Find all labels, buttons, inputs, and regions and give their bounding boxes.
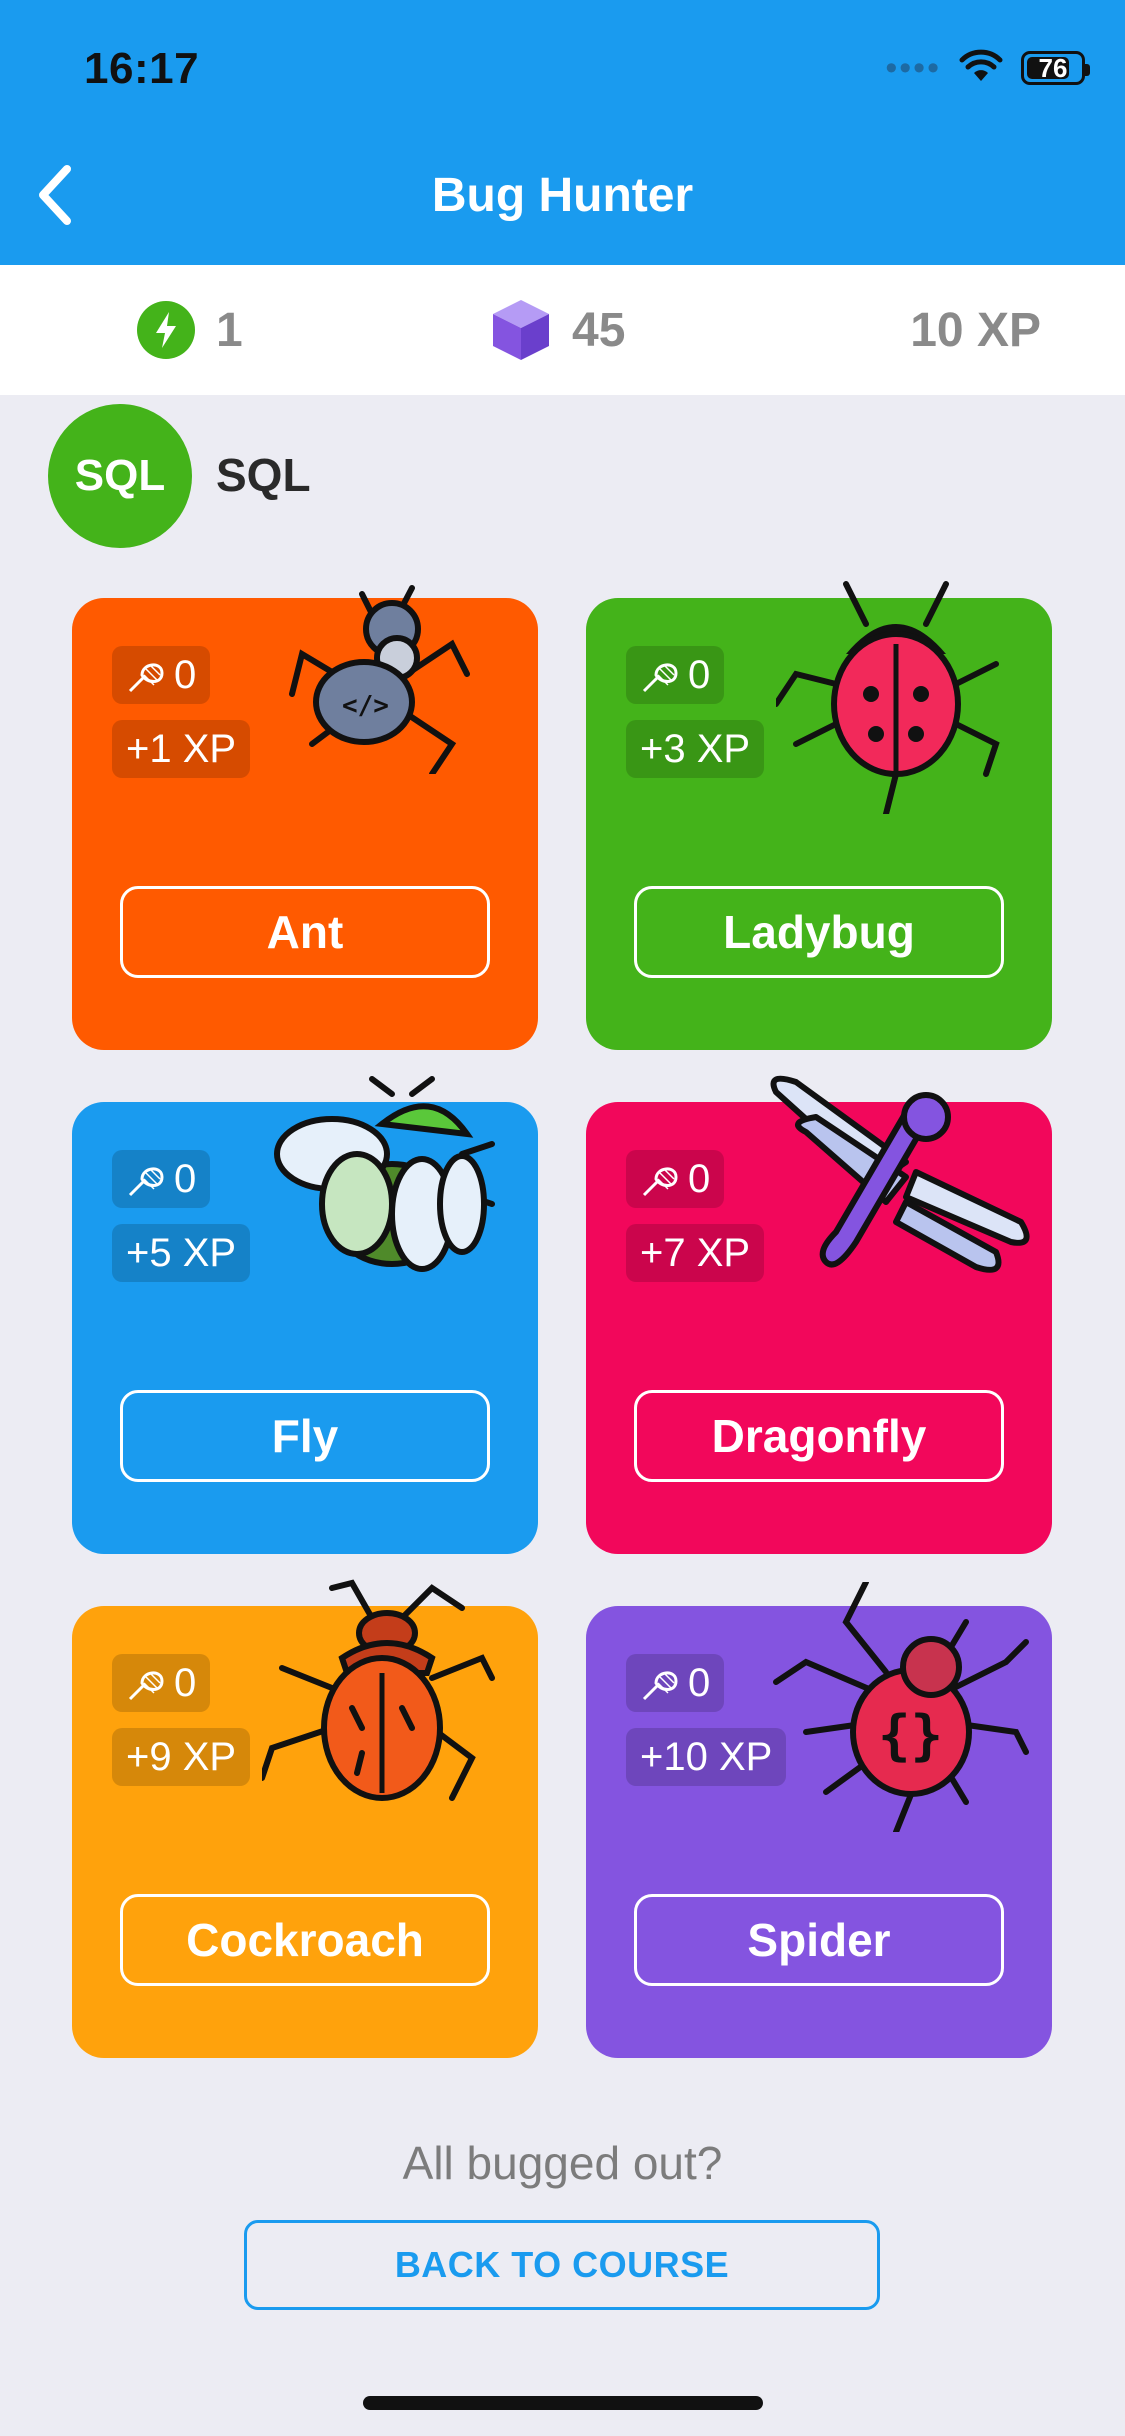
xp-reward-badge: +9 XP xyxy=(112,1728,251,1786)
course-name: SQL xyxy=(216,449,311,501)
ant-button[interactable]: Ant xyxy=(120,886,490,978)
cockroach-icon xyxy=(262,1579,495,1801)
spider-icon: {} xyxy=(773,1582,1029,1832)
dragonfly-button[interactable]: Dragonfly xyxy=(634,1390,1004,1482)
ladybug-button[interactable]: Ladybug xyxy=(634,886,1004,978)
bug-net-icon xyxy=(642,1167,678,1197)
spider-button[interactable]: Spider xyxy=(634,1894,1004,1986)
back-to-course-button[interactable]: BACK TO COURSE xyxy=(244,2220,880,2310)
status-icons: •••• 76 xyxy=(885,48,1090,88)
xp-reward-badge: +1 XP xyxy=(112,720,251,778)
bug-card-spider[interactable]: 0 +10 XP {} Spider xyxy=(586,1582,1052,2058)
bug-net-icon xyxy=(642,663,678,693)
gems-count: 45 xyxy=(572,303,626,357)
caught-count-badge: 0 xyxy=(112,1150,211,1208)
caught-count-badge: 0 xyxy=(112,646,211,704)
caught-count: 0 xyxy=(688,1660,711,1705)
bug-net-icon xyxy=(642,1671,678,1701)
cellular-signal-icon: •••• xyxy=(885,49,941,87)
svg-text:</>: </> xyxy=(342,691,389,721)
bug-net-icon xyxy=(128,1167,164,1197)
caught-count-badge: 0 xyxy=(626,1150,725,1208)
bug-card-ant[interactable]: 0 +1 XP </> Ant xyxy=(72,585,538,1050)
battery-icon: 76 xyxy=(1021,51,1090,85)
energy-count: 1 xyxy=(216,303,243,357)
gems-stat: 45 xyxy=(490,265,625,395)
home-indicator[interactable] xyxy=(363,2396,763,2410)
xp-reward-badge: +3 XP xyxy=(626,720,765,778)
caught-count: 0 xyxy=(174,1660,197,1705)
status-time: 16:17 xyxy=(84,44,200,93)
bug-card-ladybug[interactable]: 0 +3 XP Ladybug xyxy=(586,581,1052,1050)
caught-count-badge: 0 xyxy=(626,1654,725,1712)
fly-icon xyxy=(274,1076,495,1272)
caught-count: 0 xyxy=(688,1156,711,1201)
bug-net-icon xyxy=(128,663,164,693)
energy-stat: 1 xyxy=(136,265,243,395)
app-header: 16:17 •••• 76 Bug Hunter xyxy=(0,0,1125,265)
caught-count-badge: 0 xyxy=(626,646,725,704)
cockroach-button[interactable]: Cockroach xyxy=(120,1894,490,1986)
wifi-icon xyxy=(959,49,1003,88)
caught-count-badge: 0 xyxy=(112,1654,211,1712)
ladybug-icon xyxy=(776,581,1000,814)
xp-reward-badge: +5 XP xyxy=(112,1224,251,1282)
bug-net-icon xyxy=(128,1671,164,1701)
caught-count: 0 xyxy=(688,652,711,697)
fly-button[interactable]: Fly xyxy=(120,1390,490,1482)
bug-card-cockroach[interactable]: 0 +9 XP Cockroach xyxy=(72,1579,538,2058)
footer-prompt: All bugged out? xyxy=(402,2137,723,2189)
xp-reward-badge: +10 XP xyxy=(626,1728,787,1786)
xp-stat: 10 XP xyxy=(910,303,1041,357)
xp-reward-badge: +7 XP xyxy=(626,1224,765,1282)
gem-cube-icon xyxy=(493,300,549,360)
caught-count: 0 xyxy=(174,652,197,697)
stats-bar: 1 45 10 XP xyxy=(0,265,1125,395)
battery-level: 76 xyxy=(1038,53,1068,83)
caught-count: 0 xyxy=(174,1156,197,1201)
bug-card-dragonfly[interactable]: 0 +7 XP Dragonfly xyxy=(586,1075,1052,1554)
page-title: Bug Hunter xyxy=(431,169,694,222)
course-avatar: SQL xyxy=(48,404,192,548)
bug-card-fly[interactable]: 0 +5 XP Fly xyxy=(72,1076,538,1554)
dragonfly-icon xyxy=(770,1075,1030,1273)
svg-text:{}: {} xyxy=(878,1704,943,1767)
ant-icon: </> xyxy=(289,585,470,774)
lightning-icon xyxy=(137,301,195,359)
